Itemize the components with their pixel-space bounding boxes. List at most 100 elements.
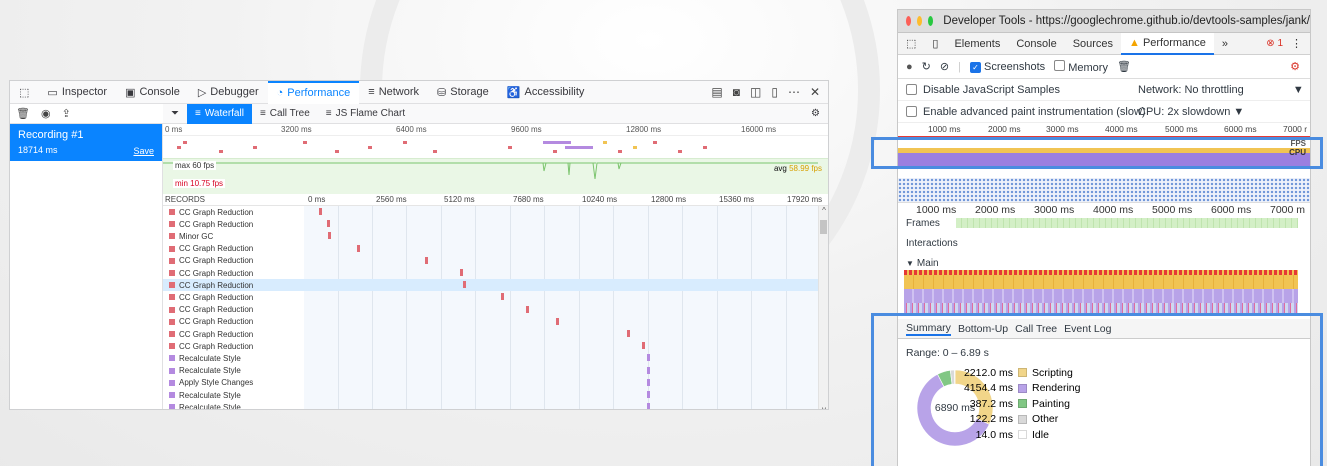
inspect-element-icon[interactable]: ⬚ bbox=[898, 33, 924, 55]
screenshots-checkbox[interactable]: ✓ Screenshots bbox=[969, 61, 1045, 73]
record-icon[interactable]: ● bbox=[906, 61, 913, 73]
inspector-icon: ▭ bbox=[47, 86, 58, 99]
screenshot-icon[interactable]: ◙ bbox=[733, 85, 740, 99]
highlight-summary bbox=[871, 313, 1323, 466]
table-row[interactable]: CC Graph Reduction bbox=[163, 206, 818, 218]
tab-performance[interactable]: ◔ Performance bbox=[267, 81, 360, 104]
interactions-track[interactable]: Interactions bbox=[898, 236, 1310, 250]
table-row[interactable]: CC Graph Reduction bbox=[163, 291, 818, 303]
more-tabs-icon[interactable]: » bbox=[1214, 33, 1236, 55]
capture-settings-icon[interactable]: ⚙ bbox=[1290, 60, 1300, 73]
chevron-down-icon: ▼ bbox=[1292, 83, 1304, 96]
scroll-down-icon[interactable]: v bbox=[819, 405, 828, 409]
overview-marker bbox=[219, 150, 223, 153]
network-throttle-select[interactable]: Network: No throttling ▼ bbox=[1138, 84, 1304, 96]
table-row[interactable]: CC Graph Reduction bbox=[163, 304, 818, 316]
waterfall-scrollbar[interactable]: ^ v bbox=[818, 206, 828, 409]
waterfall-tick: 17920 ms bbox=[787, 195, 823, 204]
settings-icon[interactable]: ⚙ bbox=[803, 104, 828, 124]
table-row[interactable]: Apply Style Changes bbox=[163, 377, 818, 389]
scroll-thumb[interactable] bbox=[820, 220, 827, 234]
table-row[interactable]: CC Graph Reduction bbox=[163, 243, 818, 255]
tab-inspector[interactable]: ▭ Inspector bbox=[38, 81, 116, 104]
record-bar bbox=[462, 281, 466, 289]
table-row[interactable]: Recalculate Style bbox=[163, 389, 818, 401]
marker-swatch bbox=[169, 392, 175, 399]
kebab-menu-icon[interactable]: ⋮ bbox=[1283, 33, 1310, 55]
record-icon[interactable]: ◉ bbox=[41, 107, 51, 120]
table-row[interactable]: Minor GC bbox=[163, 230, 818, 242]
tab-console[interactable]: Console bbox=[1008, 33, 1064, 55]
more-options-icon[interactable]: ⋯ bbox=[788, 85, 800, 99]
chevron-down-icon: ▼ bbox=[1233, 105, 1245, 118]
overview-marker bbox=[678, 150, 682, 153]
marker-swatch bbox=[169, 331, 175, 338]
tab-storage[interactable]: ⛁ Storage bbox=[428, 81, 498, 104]
memory-checkbox[interactable]: Memory bbox=[1054, 59, 1108, 74]
close-window-button[interactable] bbox=[906, 16, 912, 26]
pick-element-icon[interactable]: ⬚ bbox=[10, 81, 38, 104]
subtab-call-tree[interactable]: ≡ Call Tree bbox=[252, 104, 318, 124]
subtab-waterfall[interactable]: ≡ Waterfall bbox=[187, 103, 252, 124]
highlight-cpu bbox=[871, 137, 1323, 169]
tab-console[interactable]: ▣ Console bbox=[116, 81, 189, 104]
overview-marker bbox=[653, 141, 657, 144]
marker-swatch bbox=[169, 367, 175, 374]
trash-icon[interactable]: 🗑 bbox=[16, 107, 30, 120]
error-badge[interactable]: ⊗ 1 bbox=[1266, 38, 1283, 49]
waterfall-tick: 10240 ms bbox=[582, 195, 618, 204]
split-console-icon[interactable]: ▤ bbox=[711, 85, 722, 99]
save-link[interactable]: Save bbox=[133, 146, 154, 156]
filter-icon[interactable]: ⏷ bbox=[163, 104, 187, 124]
close-icon[interactable]: ✕ bbox=[810, 85, 820, 99]
tab-accessibility[interactable]: ♿ Accessibility bbox=[498, 81, 594, 104]
overview-marker bbox=[303, 141, 307, 144]
table-row[interactable]: CC Graph Reduction bbox=[163, 328, 818, 340]
overview-marker bbox=[553, 150, 557, 153]
responsive-mode-icon[interactable]: ▯ bbox=[771, 85, 778, 99]
tab-debugger[interactable]: ▷ Debugger bbox=[189, 81, 268, 104]
rulers-icon[interactable]: ◫ bbox=[750, 85, 761, 99]
view-subtabs: ⏷ ≡ Waterfall ≡ Call Tree ≡ JS Flame Chart … bbox=[163, 103, 828, 124]
table-row[interactable]: CC Graph Reduction bbox=[163, 218, 818, 230]
record-label: CC Graph Reduction bbox=[179, 292, 254, 302]
overview-marker bbox=[433, 150, 437, 153]
maximize-window-button[interactable] bbox=[928, 16, 934, 26]
subtab-js-flame-chart[interactable]: ≡ JS Flame Chart bbox=[318, 104, 413, 124]
table-row[interactable]: CC Graph Reduction bbox=[163, 279, 818, 292]
tab-performance[interactable]: ▲ Performance bbox=[1121, 32, 1214, 55]
minimize-window-button[interactable] bbox=[917, 16, 923, 26]
marker-swatch bbox=[169, 355, 175, 362]
record-bar bbox=[646, 354, 650, 362]
device-toolbar-icon[interactable]: ▯ bbox=[924, 33, 946, 55]
tab-network[interactable]: ≡ Network bbox=[359, 81, 428, 104]
tab-elements[interactable]: Elements bbox=[946, 33, 1008, 55]
import-icon[interactable]: ⇪ bbox=[62, 107, 71, 120]
table-row[interactable]: CC Graph Reduction bbox=[163, 316, 818, 328]
recordings-sidebar: Recording #1 18714 ms Save bbox=[10, 124, 163, 409]
marker-swatch bbox=[169, 306, 175, 313]
waterfall-tick: 0 ms bbox=[308, 195, 326, 204]
cpu-throttle-select[interactable]: CPU: 2x slowdown ▼ bbox=[1138, 106, 1244, 118]
network-overview bbox=[898, 178, 1310, 202]
garbage-collect-icon[interactable]: 🗑 bbox=[1117, 60, 1131, 73]
table-row[interactable]: CC Graph Reduction bbox=[163, 255, 818, 267]
main-flame-chart[interactable] bbox=[898, 270, 1310, 313]
table-row[interactable]: Recalculate Style bbox=[163, 365, 818, 377]
table-row[interactable]: Recalculate Style bbox=[163, 352, 818, 364]
option-row-2: Enable advanced paint instrumentation (s… bbox=[898, 101, 1310, 123]
disable-js-checkbox[interactable] bbox=[906, 84, 917, 95]
table-row[interactable]: CC Graph Reduction bbox=[163, 267, 818, 279]
reload-icon[interactable]: ↻ bbox=[922, 60, 931, 73]
table-row[interactable]: CC Graph Reduction bbox=[163, 340, 818, 352]
frames-track[interactable]: Frames bbox=[898, 216, 1310, 230]
tab-sources[interactable]: Sources bbox=[1065, 33, 1121, 55]
paint-instrumentation-checkbox[interactable] bbox=[906, 106, 917, 117]
overview-marker bbox=[703, 146, 707, 149]
scroll-up-icon[interactable]: ^ bbox=[819, 206, 828, 215]
overview-marker bbox=[177, 146, 181, 149]
clear-icon[interactable]: ⊘ bbox=[940, 60, 949, 73]
main-track[interactable]: ▼ Main bbox=[898, 256, 1310, 270]
recording-item[interactable]: Recording #1 18714 ms Save bbox=[10, 124, 162, 161]
table-row[interactable]: Recalculate Style bbox=[163, 401, 818, 409]
